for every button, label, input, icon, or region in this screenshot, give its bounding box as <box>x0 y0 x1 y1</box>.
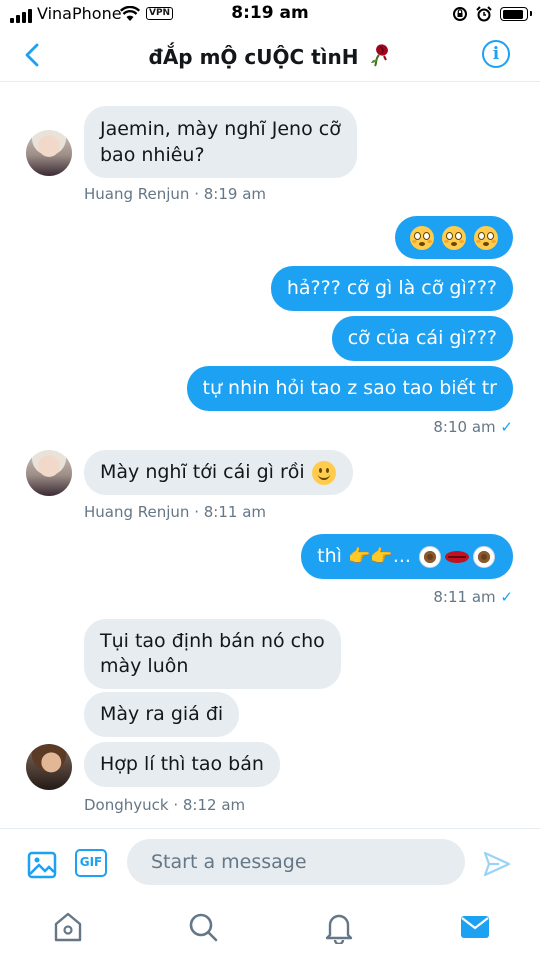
battery-icon <box>500 7 532 21</box>
message-bubble-incoming[interactable]: Hợp lí thì tao bán <box>84 742 280 787</box>
flushed-face-icon <box>474 225 498 250</box>
pointing-right-icon: 👉 <box>370 546 393 567</box>
lips-icon <box>445 550 469 563</box>
flushed-face-icon <box>409 225 434 250</box>
alarm-icon <box>476 6 492 22</box>
search-icon[interactable] <box>186 910 220 944</box>
lock-rotation-icon <box>453 7 467 21</box>
message-composer: GIF <box>0 828 540 898</box>
avatar-huang-renjun[interactable] <box>26 130 72 176</box>
avatar-donghyuck[interactable] <box>26 744 72 790</box>
flushed-face-icon <box>441 225 466 250</box>
message-bubble-incoming[interactable]: Mày ra giá đi <box>84 692 240 737</box>
message-bubble-incoming[interactable]: Jaemin, mày nghĩ Jeno cỡ bao nhiêu? <box>84 106 357 178</box>
gif-button[interactable]: GIF <box>75 849 107 877</box>
message-bubble-outgoing[interactable]: thì 👉👉... <box>301 534 513 579</box>
read-check-icon: ✓ <box>500 418 513 436</box>
read-check-icon: ✓ <box>500 588 513 606</box>
message-bubble-outgoing[interactable]: tự nhin hỏi tao z sao tao biết tr <box>186 366 513 411</box>
message-list[interactable]: Jaemin, mày nghĩ Jeno cỡ bao nhiêu? Huan… <box>0 82 540 828</box>
send-icon[interactable] <box>482 849 512 879</box>
message-bubble-outgoing[interactable]: hả??? cỡ gì là cỡ gì??? <box>270 266 513 311</box>
message-meta: Huang Renjun · 8:11 am <box>84 503 266 521</box>
message-bubble-outgoing[interactable] <box>394 216 513 259</box>
message-input[interactable] <box>127 839 465 885</box>
conversation-title-text: đẮp mỘ cUỘC tìnH <box>148 45 359 69</box>
image-icon[interactable] <box>26 849 58 881</box>
conversation-header: đẮp mỘ cUỘC tìnH i <box>0 30 540 82</box>
message-meta: 8:10 am ✓ <box>433 418 513 436</box>
slightly-smiling-face-icon <box>311 460 336 485</box>
message-meta: Huang Renjun · 8:19 am <box>84 185 266 203</box>
wilted-rose-icon <box>371 44 389 67</box>
message-meta: Donghyuck · 8:12 am <box>84 796 246 814</box>
notifications-icon[interactable] <box>322 910 356 944</box>
status-bar: VinaPhone VPN 8:19 am <box>0 0 540 30</box>
message-bubble-incoming[interactable]: Tụi tao định bán nó cho mày luôn <box>84 619 341 689</box>
conversation-title[interactable]: đẮp mỘ cUỘC tìnH <box>0 43 540 69</box>
messages-icon[interactable] <box>458 910 492 944</box>
bottom-tab-bar <box>0 898 540 960</box>
eye-icon <box>419 545 441 568</box>
eye-icon <box>473 545 495 568</box>
avatar-huang-renjun[interactable] <box>26 450 72 496</box>
message-bubble-incoming[interactable]: Mày nghĩ tới cái gì rồi <box>84 450 353 495</box>
message-bubble-outgoing[interactable]: cỡ của cái gì??? <box>331 316 513 361</box>
message-meta: 8:11 am ✓ <box>433 588 513 606</box>
info-button[interactable]: i <box>482 40 510 68</box>
pointing-right-icon: 👉 <box>347 546 371 567</box>
home-icon[interactable] <box>51 910 85 944</box>
